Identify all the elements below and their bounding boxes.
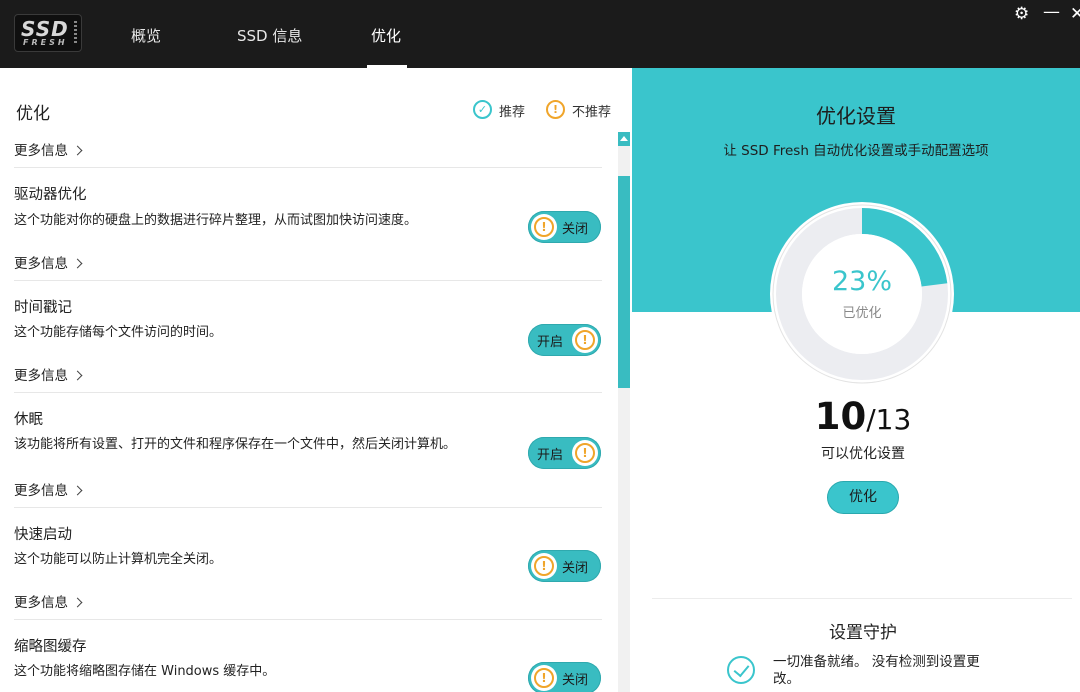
- more-info-label: 更多信息: [14, 368, 68, 384]
- toggle-fast-startup[interactable]: ! 关闭: [528, 550, 601, 582]
- item-desc: 这个功能可以防止计算机完全关闭。: [14, 552, 223, 567]
- settings-guard-title: 设置守护: [829, 623, 897, 643]
- divider: [14, 280, 602, 281]
- item-title-thumbnail-cache: 缩略图缓存: [14, 639, 87, 655]
- tab-overview[interactable]: 概览: [131, 25, 161, 46]
- settings-count: 10/13: [632, 395, 1080, 438]
- warning-icon: !: [575, 330, 595, 350]
- scrollbar-thumb[interactable]: [618, 176, 630, 388]
- item-desc: 这个功能存储每个文件访问的时间。: [14, 325, 223, 340]
- toggle-state-label: 关闭: [562, 561, 589, 576]
- toggle-knob: !: [572, 327, 598, 353]
- more-info-label: 更多信息: [14, 483, 68, 499]
- toggle-knob: !: [572, 440, 598, 466]
- divider: [652, 598, 1072, 599]
- more-info-label: 更多信息: [14, 595, 68, 611]
- toggle-thumbnail-cache[interactable]: ! 关闭: [528, 662, 601, 692]
- app-logo: SSD FRESH: [14, 14, 82, 52]
- minimize-icon[interactable]: —: [1043, 2, 1060, 22]
- more-info-label: 更多信息: [14, 256, 68, 272]
- toggle-drive-optimization[interactable]: ! 关闭: [528, 211, 601, 243]
- settings-count-label: 可以优化设置: [821, 446, 905, 462]
- toggle-state-label: 关闭: [562, 222, 589, 237]
- toggle-state-label: 开启: [537, 448, 564, 463]
- settings-total-count: /13: [866, 403, 912, 436]
- tab-ssd-info[interactable]: SSD 信息: [237, 25, 302, 46]
- chevron-right-icon: [72, 597, 83, 608]
- not-recommended-warning-icon: !: [546, 100, 565, 119]
- more-info-link[interactable]: 更多信息: [14, 479, 83, 499]
- settings-optimizable-count: 10: [814, 395, 867, 438]
- more-info-label: 更多信息: [14, 143, 68, 159]
- settings-guard-status: 一切准备就绪。 没有检测到设置更改。: [773, 654, 980, 687]
- more-info-link[interactable]: 更多信息: [14, 591, 83, 611]
- warning-icon: !: [534, 668, 554, 688]
- close-icon[interactable]: ✕: [1070, 4, 1080, 24]
- scroll-up-arrow-icon[interactable]: [618, 132, 630, 146]
- settings-gear-icon[interactable]: ⚙: [1014, 4, 1029, 24]
- logo-subtext: FRESH: [23, 38, 68, 47]
- divider: [14, 167, 602, 168]
- summary-title: 优化设置: [816, 104, 896, 128]
- divider: [14, 507, 602, 508]
- toggle-timestamp[interactable]: 开启 !: [528, 324, 601, 356]
- recommended-check-icon: ✓: [473, 100, 492, 119]
- tab-optimize[interactable]: 优化: [371, 25, 401, 46]
- toggle-state-label: 开启: [537, 335, 564, 350]
- item-title-drive-optimization: 驱动器优化: [14, 187, 87, 203]
- toggle-knob: !: [531, 214, 557, 240]
- item-title-fast-startup: 快速启动: [14, 527, 72, 543]
- chevron-right-icon: [72, 145, 83, 156]
- more-info-link[interactable]: 更多信息: [14, 139, 83, 159]
- item-desc: 该功能将所有设置、打开的文件和程序保存在一个文件中，然后关闭计算机。: [14, 437, 457, 452]
- toggle-knob: !: [531, 665, 557, 691]
- item-title-hibernate: 休眠: [14, 412, 43, 428]
- item-desc: 这个功能将缩略图存储在 Windows 缓存中。: [14, 664, 276, 679]
- warning-icon: !: [534, 217, 554, 237]
- more-info-link[interactable]: 更多信息: [14, 252, 83, 272]
- item-title-timestamp: 时间戳记: [14, 300, 72, 316]
- legend-recommended: 推荐: [499, 105, 526, 120]
- optimize-button[interactable]: 优化: [827, 481, 899, 514]
- warning-icon: !: [534, 556, 554, 576]
- divider: [14, 392, 602, 393]
- optimized-percent: 23%: [831, 266, 892, 297]
- chevron-right-icon: [72, 485, 83, 496]
- divider: [14, 619, 602, 620]
- check-circle-icon: [727, 656, 755, 684]
- toggle-hibernate[interactable]: 开启 !: [528, 437, 601, 469]
- more-info-link[interactable]: 更多信息: [14, 364, 83, 384]
- summary-subtitle: 让 SSD Fresh 自动优化设置或手动配置选项: [723, 143, 989, 159]
- top-bar: SSD FRESH 概览 SSD 信息 优化 ⚙ — ✕: [0, 0, 1080, 68]
- section-title: 优化: [16, 104, 50, 124]
- optimization-list-panel: 优化 ✓ 推荐 ! 不推荐 更多信息 驱动器优化 这个功能对你的硬盘上的数据进行…: [0, 68, 632, 692]
- toggle-knob: !: [531, 553, 557, 579]
- legend-not-recommended: 不推荐: [572, 105, 612, 120]
- logo-bars-icon: [74, 21, 77, 45]
- chevron-right-icon: [72, 258, 83, 269]
- optimization-summary-panel: 优化设置 让 SSD Fresh 自动优化设置或手动配置选项 23% 已优化 1…: [632, 68, 1080, 692]
- warning-icon: !: [575, 443, 595, 463]
- item-desc: 这个功能对你的硬盘上的数据进行碎片整理，从而试图加快访问速度。: [14, 213, 418, 228]
- optimized-label: 已优化: [842, 306, 882, 321]
- chevron-right-icon: [72, 370, 83, 381]
- toggle-state-label: 关闭: [562, 673, 589, 688]
